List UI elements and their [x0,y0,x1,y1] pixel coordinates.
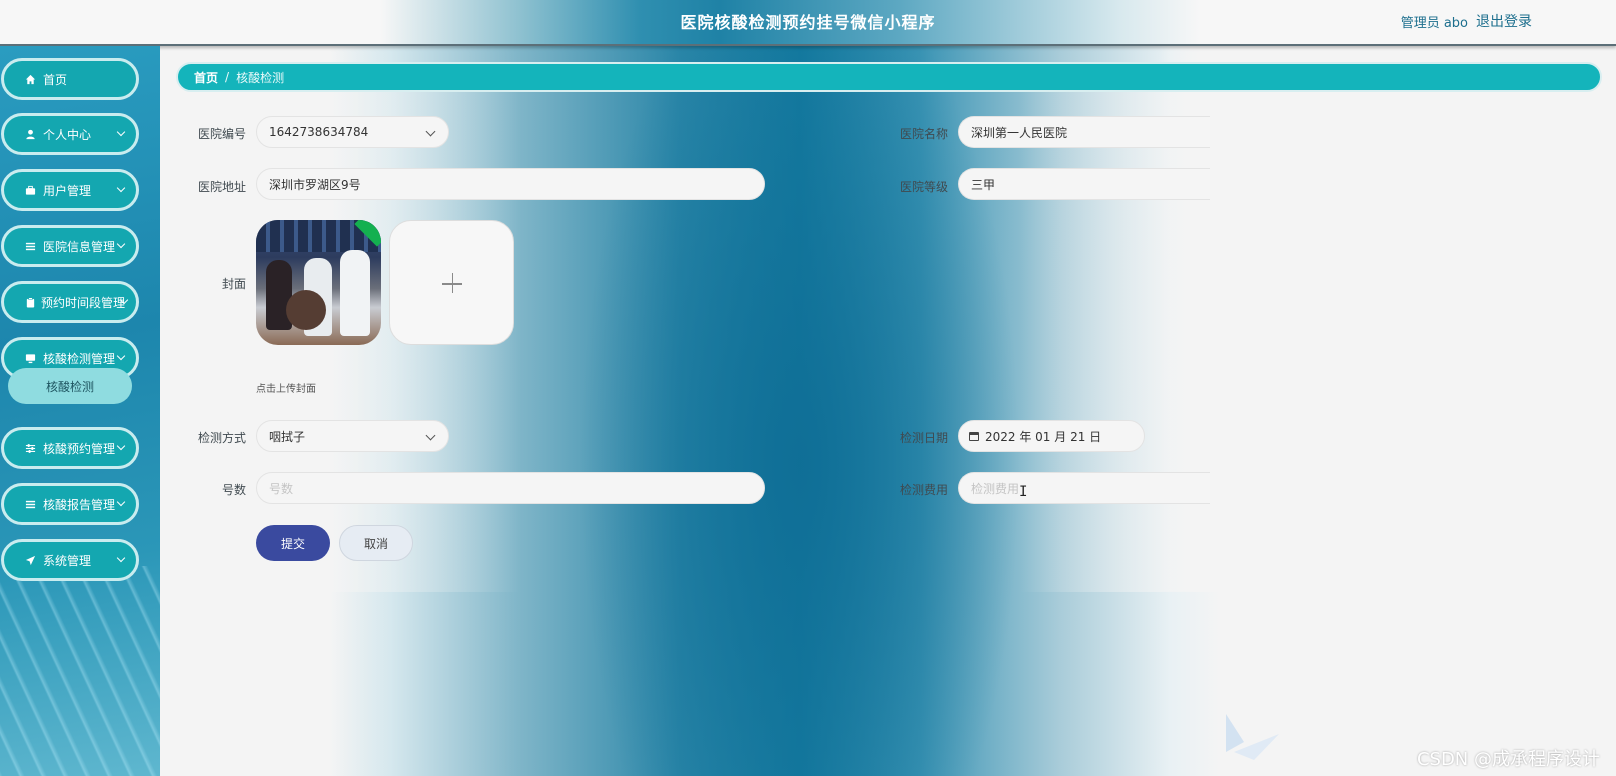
app-title: 医院核酸检测预约挂号微信小程序 [680,13,936,32]
sidebar-item-report-management[interactable]: 核酸报告管理 [1,483,139,525]
fee-field[interactable]: 检测费用 [958,472,1210,504]
sidebar-subitem-nucleic-test[interactable]: 核酸检测 [8,368,132,404]
calendar-icon [969,431,979,441]
watermark-text: CSDN @成承程序设计 [1416,749,1600,770]
test-date-label: 检测日期 [899,431,948,445]
cover-image[interactable] [256,220,381,345]
cancel-button[interactable]: 取消 [339,525,413,561]
number-label: 号数 [221,483,246,497]
hospital-address-label: 医院地址 [197,180,246,194]
breadcrumb-separator: / [225,70,230,84]
number-field[interactable]: 号数 [256,472,765,504]
chevron-down-icon [116,239,126,249]
sidebar-item-label: 用户管理 [43,183,92,198]
breadcrumb: 首页 / 核酸检测 [176,62,1602,92]
hospital-level-value: 三甲 [971,177,996,192]
test-method-select[interactable]: 咽拭子 [256,420,449,452]
user-icon [24,128,36,140]
cover-upload-button[interactable] [389,220,514,345]
sidebar-item-appointment-management[interactable]: 核酸预约管理 [1,427,139,469]
hospital-no-label: 医院编号 [197,127,246,141]
text-cursor-icon: I [1019,484,1028,500]
list-icon [24,498,36,510]
sidebar-item-hospital-info[interactable]: 医院信息管理 [1,225,139,267]
cover-label: 封面 [221,277,246,291]
sidebar-item-label: 个人中心 [43,127,92,142]
test-method-label: 检测方式 [197,431,246,445]
sidebar-item-system-management[interactable]: 系统管理 [1,539,139,581]
test-date-value: 2022 年 01 月 21 日 [985,429,1102,444]
send-icon [24,554,36,566]
chevron-down-icon [425,430,436,441]
sidebar-item-time-slots[interactable]: 预约时间段管理 [1,281,139,323]
play-logo-icon [1226,714,1279,760]
sliders-icon [24,442,36,454]
hospital-no-select[interactable]: 1642738634784 [256,116,449,148]
hospital-name-value: 深圳第一人民医院 [971,125,1068,140]
monitor-icon [24,352,36,364]
chevron-down-icon [116,127,126,137]
briefcase-icon [24,184,36,196]
sidebar [0,46,160,776]
cover-upload-tip: 点击上传封面 [256,384,316,395]
test-method-value: 咽拭子 [269,429,306,444]
sidebar-item-label: 核酸报告管理 [43,497,116,512]
hospital-name-label: 医院名称 [899,127,948,141]
sidebar-item-label: 核酸检测管理 [43,351,116,366]
sidebar-item-label: 预约时间段管理 [41,295,126,310]
chevron-down-icon [116,553,126,563]
hospital-no-value: 1642738634784 [269,125,369,139]
sidebar-item-profile[interactable]: 个人中心 [1,113,139,155]
sidebar-item-user-management[interactable]: 用户管理 [1,169,139,211]
breadcrumb-home[interactable]: 首页 [194,69,218,86]
sidebar-item-label: 医院信息管理 [43,239,116,254]
number-placeholder: 号数 [269,481,294,496]
chevron-down-icon [116,441,126,451]
form-panel [160,92,1616,592]
list-icon [24,240,36,252]
breadcrumb-current: 核酸检测 [236,70,285,85]
chevron-down-icon [116,497,126,507]
top-header: 医院核酸检测预约挂号微信小程序 管理员 abo 退出登录 [0,0,1616,46]
home-icon [24,73,36,85]
hospital-name-field[interactable]: 深圳第一人民医院 [958,116,1210,148]
clipboard-icon [24,296,36,308]
fee-label: 检测费用 [899,483,948,497]
chevron-down-icon [116,351,126,361]
sidebar-item-label: 系统管理 [43,553,92,568]
sidebar-item-label: 首页 [43,72,68,87]
sidebar-item-label: 核酸预约管理 [43,441,116,456]
test-date-picker[interactable]: 2022 年 01 月 21 日 [958,420,1145,452]
chevron-down-icon [425,126,436,137]
hospital-address-value: 深圳市罗湖区9号 [269,177,361,192]
submit-button[interactable]: 提交 [256,525,330,561]
current-user: 管理员 abo [1400,16,1468,31]
chevron-down-icon [116,183,126,193]
logout-link[interactable]: 退出登录 [1476,11,1532,31]
hospital-address-field[interactable]: 深圳市罗湖区9号 [256,168,765,200]
fee-placeholder: 检测费用 [971,481,1020,496]
hospital-level-label: 医院等级 [899,180,948,194]
hospital-level-field[interactable]: 三甲 [958,168,1210,200]
sidebar-item-home[interactable]: 首页 [1,58,139,100]
